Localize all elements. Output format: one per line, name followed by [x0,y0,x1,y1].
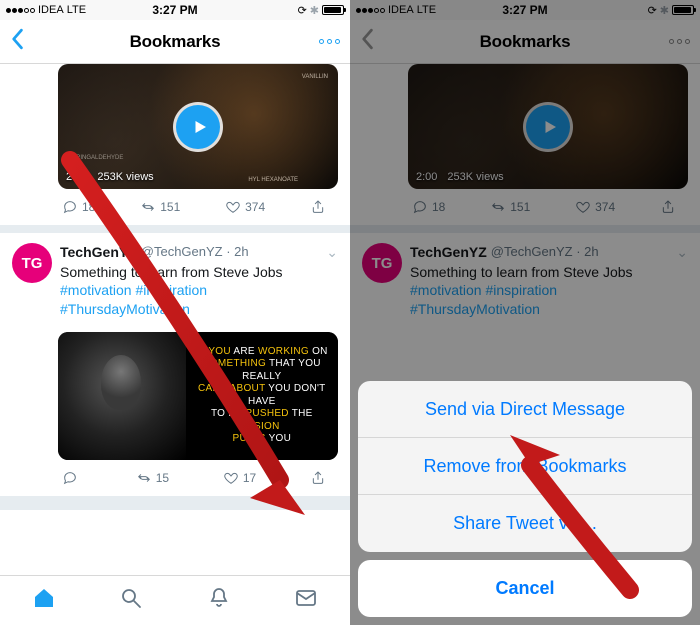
play-button [526,105,570,149]
nav-bar: Bookmarks [350,20,700,64]
retweet-button[interactable]: 151 [140,199,180,215]
back-button[interactable] [360,28,374,55]
like-button[interactable]: 374 [225,199,265,215]
play-button[interactable] [176,105,220,149]
battery-icon [322,5,344,15]
tweet[interactable]: TG TechGenYZ @TechGenYZ · 2h ⌄ Something… [0,233,350,324]
network-label: LTE [417,4,436,16]
network-label: LTE [67,4,86,16]
signal-dots-icon [6,8,35,13]
overlay-label: HYL HEXANOATE [248,177,298,183]
clock: 3:27 PM [502,3,547,17]
tab-messages[interactable] [294,586,318,615]
divider [0,225,350,233]
tab-notifications[interactable] [207,586,231,615]
share-button[interactable] [310,470,326,486]
video-views: 253K views [97,171,153,183]
tab-home[interactable] [32,586,56,615]
page-title: Bookmarks [130,32,221,52]
more-button[interactable] [319,39,340,44]
video-views: 253K views [447,171,503,183]
carrier-label: IDEA [38,4,64,16]
video-duration: 2:00 [416,171,437,183]
share-button[interactable] [310,199,326,215]
image-quote-text: IF YOU ARE WORKING ON SOMETHING THAT YOU… [192,346,332,446]
tweet-image[interactable]: IF YOU ARE WORKING ON SOMETHING THAT YOU… [58,332,338,460]
tweet-actions: 18 151 374 [0,189,350,225]
tweet: TG TechGenYZ @TechGenYZ · 2h ⌄ Something… [350,233,700,324]
like-button[interactable]: 17 [223,470,256,486]
bluetooth-icon: ✱ [660,4,669,17]
tweet-video[interactable]: VANILLIN SYRINGALDEHYDE HYL HEXANOATE 2:… [58,64,338,189]
display-name[interactable]: TechGenYZ [60,243,137,261]
tab-bar [0,575,350,625]
more-button[interactable] [669,39,690,44]
tweet-video: 2:00 253K views [408,64,688,189]
carrier-label: IDEA [388,4,414,16]
sheet-cancel[interactable]: Cancel [358,560,692,617]
lock-icon: ⟳ [648,4,657,17]
status-bar: IDEA LTE 3:27 PM ⟳ ✱ [350,0,700,20]
video-duration: 2:00 [66,171,87,183]
avatar: TG [362,243,402,283]
status-bar: IDEA LTE 3:27 PM ⟳ ✱ [0,0,350,20]
avatar[interactable]: TG [12,243,52,283]
lock-icon: ⟳ [298,4,307,17]
retweet-button[interactable]: 15 [136,470,169,486]
handle: @TechGenYZ · 2h [141,244,249,261]
tweet-actions: 18 151 374 [350,189,700,225]
tweet-menu-caret-icon[interactable]: ⌄ [326,243,338,261]
nav-bar: Bookmarks [0,20,350,64]
sheet-remove-bookmark[interactable]: Remove from Bookmarks [358,438,692,495]
overlay-label: SYRINGALDEHYDE [68,155,123,161]
tweet-actions: 15 17 [0,460,350,496]
clock: 3:27 PM [152,3,197,17]
overlay-label: VANILLIN [302,74,328,80]
sheet-send-dm[interactable]: Send via Direct Message [358,381,692,438]
phone-left: IDEA LTE 3:27 PM ⟳ ✱ Bookmarks VANILLIN … [0,0,350,625]
reply-button[interactable] [62,470,82,486]
page-title: Bookmarks [480,32,571,52]
back-button[interactable] [10,28,24,55]
action-sheet: Send via Direct Message Remove from Book… [350,373,700,625]
reply-button[interactable]: 18 [62,199,95,215]
tweet-text: Something to learn from Steve Jobs #moti… [60,263,338,318]
bluetooth-icon: ✱ [310,4,319,17]
feed[interactable]: VANILLIN SYRINGALDEHYDE HYL HEXANOATE 2:… [0,64,350,575]
sheet-share-via[interactable]: Share Tweet via... [358,495,692,552]
battery-icon [672,5,694,15]
divider [0,496,350,510]
signal-dots-icon [356,8,385,13]
tab-search[interactable] [119,586,143,615]
phone-right: IDEA LTE 3:27 PM ⟳ ✱ Bookmarks 2:00 253K… [350,0,700,625]
